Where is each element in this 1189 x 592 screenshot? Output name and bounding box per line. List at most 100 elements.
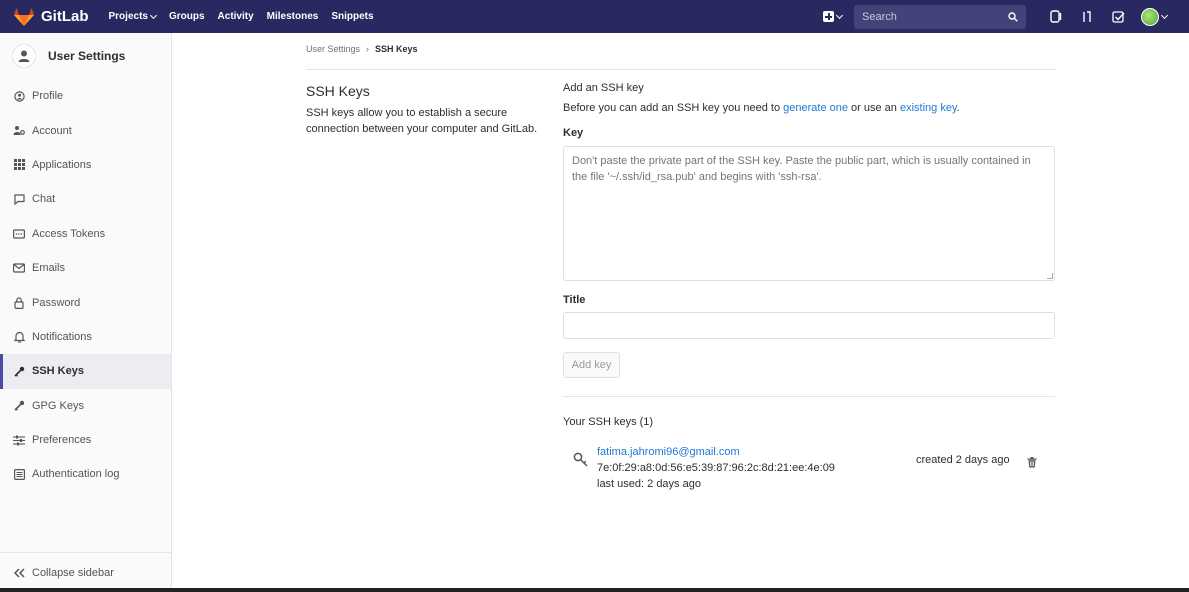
issues-nav-button[interactable] xyxy=(1048,9,1064,25)
chevron-down-icon xyxy=(835,11,844,19)
page-description: SSH keys allow you to establish a secure… xyxy=(306,107,538,135)
sidebar-item-authentication-log[interactable]: Authentication log xyxy=(0,457,171,491)
nav-links: Projects Groups Activity Milestones Snip… xyxy=(109,11,387,22)
sidebar-item-applications[interactable]: Applications xyxy=(0,148,171,182)
ssh-key-created: created 2 days ago xyxy=(916,454,1010,466)
sidebar-item-label: Profile xyxy=(32,90,64,103)
ssh-key-last-used: last used: 2 days ago xyxy=(597,478,701,490)
sidebar-item-label: Account xyxy=(32,124,72,137)
key-label: Key xyxy=(563,127,584,139)
sidebar-item-label: Chat xyxy=(32,193,56,206)
nav-milestones[interactable]: Milestones xyxy=(267,11,319,22)
breadcrumb: User Settings › SSH Keys xyxy=(306,44,418,54)
sidebar-title: User Settings xyxy=(48,49,126,63)
ssh-key-row[interactable]: fatima.jahromi96@gmail.com 7e:0f:29:a8:0… xyxy=(563,444,1055,494)
add-ssh-key-section: Add an SSH key Before you can add an SSH… xyxy=(563,82,1055,490)
desc-suffix: . xyxy=(956,102,960,114)
window-bottom-edge xyxy=(0,588,1189,592)
sidebar-item-gpg-keys[interactable]: GPG Keys xyxy=(0,389,171,423)
ssh-key-title-link[interactable]: fatima.jahromi96@gmail.com xyxy=(597,446,740,458)
sidebar-item-label: Password xyxy=(32,296,81,309)
sidebar-item-label: GPG Keys xyxy=(32,399,84,412)
breadcrumb-ssh-keys[interactable]: SSH Keys xyxy=(375,44,418,54)
sidebar-item-access-tokens[interactable]: Access Tokens xyxy=(0,217,171,251)
sidebar-item-label: Applications xyxy=(32,158,92,171)
sidebar-item-account[interactable]: Account xyxy=(0,113,171,147)
issues-icon xyxy=(1050,10,1062,23)
lock-icon xyxy=(13,296,25,309)
nav-projects[interactable]: Projects xyxy=(108,11,158,22)
key-textarea[interactable] xyxy=(563,146,1055,281)
title-label: Title xyxy=(563,294,586,306)
sidebar-item-ssh-keys[interactable]: SSH Keys xyxy=(0,354,171,389)
gitlab-logo-icon xyxy=(14,7,34,26)
chevron-right-icon: › xyxy=(366,44,370,54)
title-field[interactable] xyxy=(563,312,1055,339)
settings-sidebar: User Settings Profile Account Applicatio… xyxy=(0,33,172,592)
sidebar-item-emails[interactable]: Emails xyxy=(0,251,171,285)
sidebar-item-label: SSH Keys xyxy=(32,365,84,378)
collapse-sidebar-button[interactable]: Collapse sidebar xyxy=(0,552,171,592)
bell-icon xyxy=(13,331,25,343)
user-avatar-icon xyxy=(12,44,36,68)
desc-mid: or use an xyxy=(848,102,900,114)
merge-requests-nav-button[interactable] xyxy=(1079,9,1095,25)
log-icon xyxy=(13,468,25,480)
sliders-icon xyxy=(13,434,25,446)
delete-key-button[interactable] xyxy=(1025,455,1039,469)
plus-square-icon xyxy=(823,11,834,22)
search-input[interactable]: Search xyxy=(854,4,1026,29)
sidebar-item-label: Emails xyxy=(32,262,66,275)
sidebar-item-chat[interactable]: Chat xyxy=(0,182,171,216)
key-icon xyxy=(13,400,25,412)
nav-right: Search xyxy=(823,0,1189,33)
sidebar-item-label: Authentication log xyxy=(32,468,120,481)
intro-section: SSH Keys SSH keys allow you to establish… xyxy=(306,83,546,137)
search-icon xyxy=(1008,11,1018,22)
sidebar-item-preferences[interactable]: Preferences xyxy=(0,423,171,457)
desc-prefix: Before you can add an SSH key you need t… xyxy=(563,102,784,114)
search-placeholder: Search xyxy=(862,10,897,23)
form-heading: Add an SSH key xyxy=(563,82,644,94)
user-icon xyxy=(18,50,30,62)
chevron-down-icon xyxy=(149,11,158,19)
sidebar-menu: Profile Account Applications Chat Access… xyxy=(0,79,171,492)
form-description: Before you can add an SSH key you need t… xyxy=(563,102,1055,114)
sidebar-header[interactable]: User Settings xyxy=(0,33,171,79)
trash-icon xyxy=(1027,456,1037,467)
brand-name: GitLab xyxy=(41,8,89,25)
gitlab-home-link[interactable]: GitLab xyxy=(14,7,89,26)
sidebar-item-password[interactable]: Password xyxy=(0,285,171,319)
page-title: SSH Keys xyxy=(306,83,370,99)
double-chevron-left-icon xyxy=(14,567,25,578)
chevron-down-icon xyxy=(1160,11,1169,19)
todos-nav-button[interactable] xyxy=(1110,9,1126,25)
sidebar-item-profile[interactable]: Profile xyxy=(0,79,171,113)
avatar xyxy=(1141,7,1159,26)
merge-request-icon xyxy=(1083,11,1091,22)
ssh-key-fingerprint: 7e:0f:29:a8:0d:56:e5:39:87:96:2c:8d:21:e… xyxy=(597,462,835,474)
chat-icon xyxy=(13,193,25,205)
divider xyxy=(563,396,1055,397)
sidebar-item-label: Access Tokens xyxy=(32,227,106,240)
applications-icon xyxy=(13,159,25,171)
nav-groups[interactable]: Groups xyxy=(169,11,205,22)
sidebar-item-notifications[interactable]: Notifications xyxy=(0,320,171,354)
generate-one-link[interactable]: generate one xyxy=(783,102,848,114)
token-icon xyxy=(13,228,25,240)
divider xyxy=(306,69,1056,70)
existing-key-link[interactable]: existing key xyxy=(900,102,957,114)
top-navbar: GitLab Projects Groups Activity Mileston… xyxy=(0,0,1189,33)
key-icon xyxy=(13,365,25,377)
nav-activity[interactable]: Activity xyxy=(218,11,254,22)
profile-icon xyxy=(13,90,25,102)
breadcrumb-user-settings[interactable]: User Settings xyxy=(306,44,360,54)
add-key-button[interactable]: Add key xyxy=(563,352,620,378)
new-dropdown-button[interactable] xyxy=(823,11,844,22)
nav-snippets[interactable]: Snippets xyxy=(331,11,373,22)
nav-projects-label: Projects xyxy=(108,11,148,22)
account-icon xyxy=(13,125,25,137)
sidebar-item-label: Notifications xyxy=(32,330,92,343)
user-menu-button[interactable] xyxy=(1141,7,1169,26)
ssh-keys-heading: Your SSH keys (1) xyxy=(563,416,654,428)
